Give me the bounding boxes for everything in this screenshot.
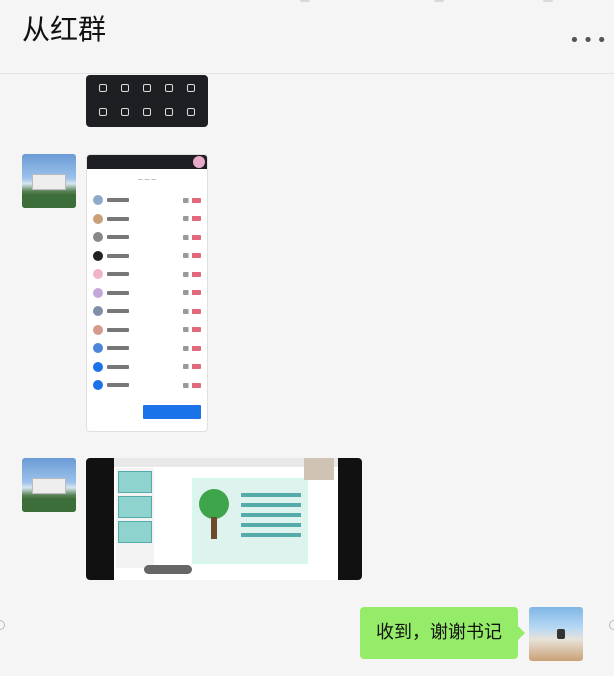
avatar[interactable] — [529, 607, 583, 661]
chat-header: 从红群 ••• — [0, 0, 614, 74]
avatar[interactable] — [22, 458, 76, 512]
circle-icon — [0, 620, 5, 630]
more-dots-icon[interactable]: ••• — [569, 30, 610, 51]
message-bubble[interactable]: 收到，谢谢书记 — [360, 607, 525, 659]
image-message[interactable]: — — — — [86, 154, 208, 432]
circle-icon — [609, 620, 614, 630]
image-message[interactable] — [86, 458, 362, 580]
chat-title: 从红群 — [22, 13, 107, 46]
message-list[interactable]: — — — 收到，谢谢书记 — [0, 75, 614, 676]
image-message[interactable] — [86, 75, 208, 127]
window-control-icon[interactable] — [300, 0, 310, 2]
avatar[interactable] — [22, 154, 76, 208]
window-control-icon[interactable] — [543, 0, 553, 2]
window-control-icon[interactable] — [434, 0, 444, 2]
